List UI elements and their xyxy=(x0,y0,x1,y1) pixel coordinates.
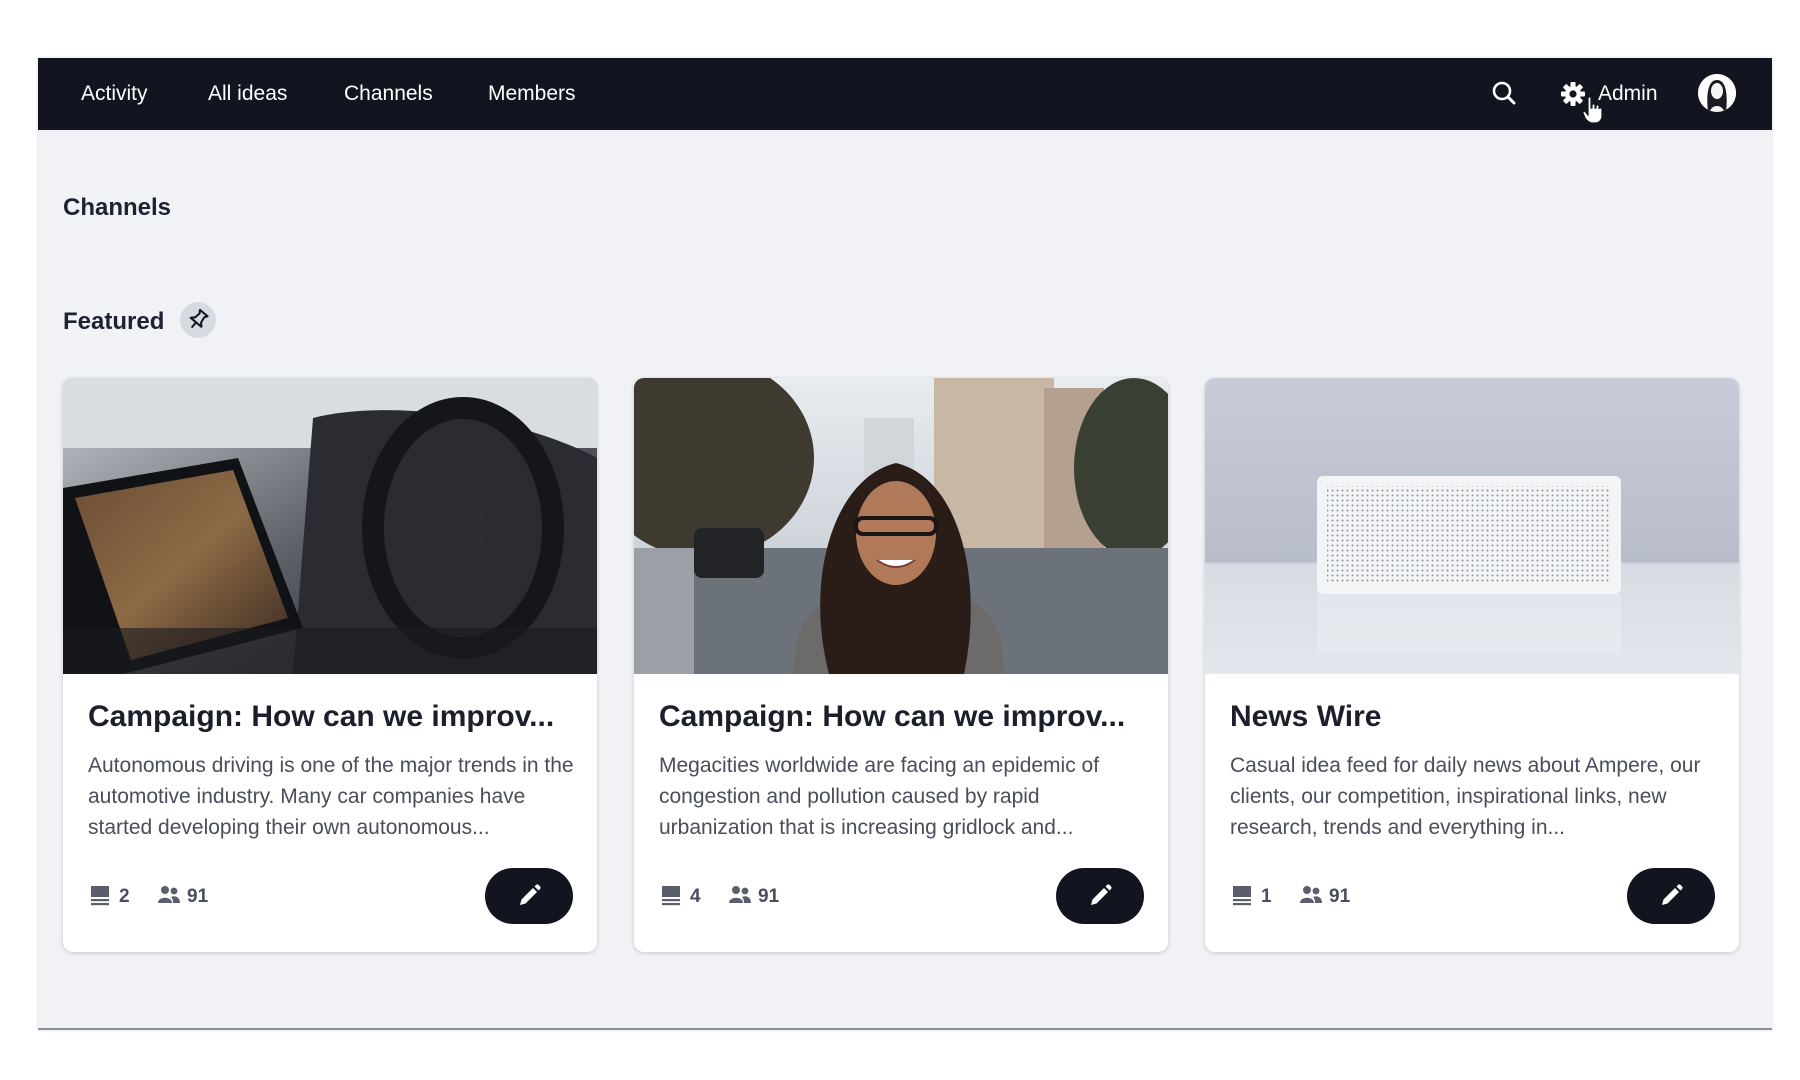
members-icon xyxy=(157,884,181,911)
card-title: Campaign: How can we improv... xyxy=(659,700,1126,733)
admin-label: Admin xyxy=(1598,82,1658,105)
card-title: News Wire xyxy=(1230,700,1382,733)
edit-button[interactable] xyxy=(1627,868,1715,924)
car-interior-image xyxy=(63,378,597,674)
card-description: Autonomous driving is one of the major t… xyxy=(88,754,574,839)
app-window: Activity All ideas Channels Members Admi… xyxy=(38,58,1772,1030)
edit-button[interactable] xyxy=(485,868,573,924)
members-count: 91 xyxy=(1329,886,1351,907)
card-description: Megacities worldwide are facing an epide… xyxy=(659,754,1100,839)
featured-heading: Featured xyxy=(63,308,165,335)
pencil-icon xyxy=(1662,884,1683,905)
ideas-count: 4 xyxy=(690,886,701,907)
white-speaker-image xyxy=(1205,378,1739,674)
ideas-icon xyxy=(1231,884,1253,911)
nav-all-ideas[interactable]: All ideas xyxy=(208,58,287,130)
nav-members[interactable]: Members xyxy=(488,58,576,130)
card-title: Campaign: How can we improv... xyxy=(88,700,555,733)
ideas-icon xyxy=(89,884,111,911)
pencil-icon xyxy=(520,884,541,905)
pin-icon xyxy=(180,302,216,338)
nav-activity[interactable]: Activity xyxy=(81,58,148,130)
page-title: Channels xyxy=(63,194,172,221)
nav-channels[interactable]: Channels xyxy=(344,58,433,130)
hand-cursor-icon xyxy=(1582,96,1604,129)
search-icon[interactable] xyxy=(1491,80,1517,111)
ideas-icon xyxy=(660,884,682,911)
city-street-portrait-image xyxy=(634,378,1168,674)
top-navbar: Activity All ideas Channels Members Admi… xyxy=(38,58,1772,130)
channel-card[interactable]: Campaign: How can we improv... Megacitie… xyxy=(634,378,1168,952)
channel-card[interactable]: News Wire Casual idea feed for daily new… xyxy=(1205,378,1739,952)
ideas-count: 1 xyxy=(1261,886,1272,907)
members-count: 91 xyxy=(187,886,209,907)
pencil-icon xyxy=(1091,884,1112,905)
members-icon xyxy=(728,884,752,911)
card-description: Casual idea feed for daily news about Am… xyxy=(1230,754,1701,839)
channel-card[interactable]: Campaign: How can we improv... Autonomou… xyxy=(63,378,597,952)
avatar[interactable] xyxy=(1698,74,1736,112)
members-count: 91 xyxy=(758,886,780,907)
edit-button[interactable] xyxy=(1056,868,1144,924)
ideas-count: 2 xyxy=(119,886,130,907)
members-icon xyxy=(1299,884,1323,911)
